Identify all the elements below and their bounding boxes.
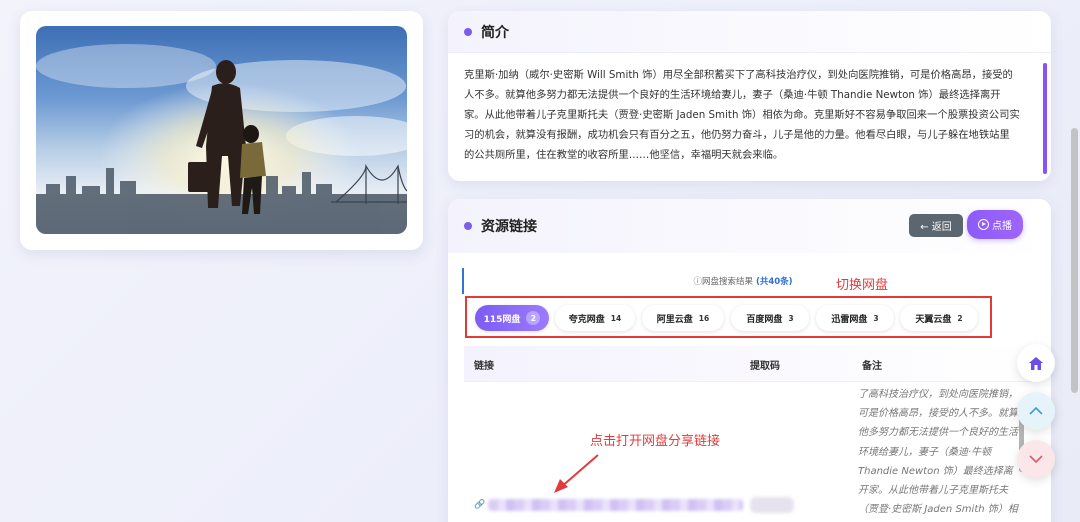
tab-aliyun[interactable]: 阿里云盘 16 <box>642 305 724 331</box>
tab-count: 16 <box>698 313 710 323</box>
intro-scrollbar[interactable] <box>1043 63 1047 174</box>
scroll-down-button[interactable] <box>1017 440 1055 478</box>
tab-count: 3 <box>788 313 794 323</box>
play-button-label: 点播 <box>992 221 1012 232</box>
table-header: 链接 提取码 备注 <box>464 346 1034 381</box>
tab-tianyi[interactable]: 天翼云盘 2 <box>900 305 978 331</box>
bullet-dot-icon <box>464 27 472 36</box>
chevron-up-icon <box>1029 407 1043 415</box>
tab-label: 阿里云盘 <box>656 314 693 325</box>
home-icon <box>1029 356 1043 370</box>
tab-label: 迅雷网盘 <box>831 314 868 325</box>
home-button[interactable] <box>1017 344 1055 382</box>
tab-115[interactable]: 115网盘 2 <box>475 305 549 331</box>
page-scrollbar[interactable] <box>1071 128 1078 393</box>
tab-label: 百度网盘 <box>746 314 783 325</box>
intro-header: 简介 <box>448 11 1051 53</box>
tab-label: 115网盘 <box>483 314 521 325</box>
tab-label: 夸克网盘 <box>568 314 605 325</box>
intro-text: 克里斯·加纳（威尔·史密斯 Will Smith 饰）用尽全部积蓄买下了高科技治… <box>464 69 1020 161</box>
column-link: 链接 <box>474 361 494 372</box>
column-code: 提取码 <box>750 361 780 372</box>
tab-count: 14 <box>610 313 622 323</box>
poster-illustration <box>36 26 407 234</box>
tab-quark[interactable]: 夸克网盘 14 <box>555 305 635 331</box>
search-result-count: (共40条) <box>755 277 793 287</box>
intro-card: 简介 克里斯·加纳（威尔·史密斯 Will Smith 饰）用尽全部积蓄买下了高… <box>448 11 1051 181</box>
row-remark: 了高科技治疗仪，到处向医院推销，可是价格高昂，接受的人不多。就算他多努力都无法提… <box>858 389 1018 516</box>
extract-code <box>750 497 794 513</box>
bullet-dot-icon <box>464 222 472 230</box>
scroll-up-button[interactable] <box>1017 392 1055 430</box>
poster-card <box>20 11 423 250</box>
tab-count: 3 <box>873 313 879 323</box>
share-link[interactable] <box>488 499 743 511</box>
click-annotation: 点击打开网盘分享链接 <box>590 434 721 449</box>
search-result-info: ⓘ网盘搜索结果 (共40条) <box>462 268 1022 294</box>
switch-annotation: 切换网盘 <box>836 278 889 293</box>
resources-card: 资源链接 ← 返回 点播 ⓘ网盘搜索结果 (共40条) 切换网盘 115网盘 2… <box>448 199 1051 522</box>
link-icon: 🔗 <box>474 500 486 510</box>
resources-title: 资源链接 <box>481 219 537 235</box>
movie-poster <box>36 26 407 234</box>
search-result-label: ⓘ网盘搜索结果 <box>693 277 753 287</box>
tab-baidu[interactable]: 百度网盘 3 <box>731 305 809 331</box>
resources-header: 资源链接 ← 返回 点播 <box>448 199 1051 253</box>
play-circle-icon <box>978 219 989 230</box>
tab-label: 天翼云盘 <box>915 314 952 325</box>
tab-count: 2 <box>957 313 963 323</box>
chevron-down-icon <box>1029 455 1043 463</box>
column-remark: 备注 <box>862 361 882 372</box>
tab-xunlei[interactable]: 迅雷网盘 3 <box>816 305 894 331</box>
play-button[interactable]: 点播 <box>967 210 1023 239</box>
table-row: 了高科技治疗仪，到处向医院推销，可是价格高昂，接受的人不多。就算他多努力都无法提… <box>464 381 1034 522</box>
tab-count: 2 <box>526 311 541 325</box>
back-button[interactable]: ← 返回 <box>909 214 963 237</box>
disk-tabs: 115网盘 2 夸克网盘 14 阿里云盘 16 百度网盘 3 迅雷网盘 3 天翼… <box>465 296 992 338</box>
intro-title: 简介 <box>481 24 509 41</box>
annotation-arrow-icon <box>554 454 599 493</box>
